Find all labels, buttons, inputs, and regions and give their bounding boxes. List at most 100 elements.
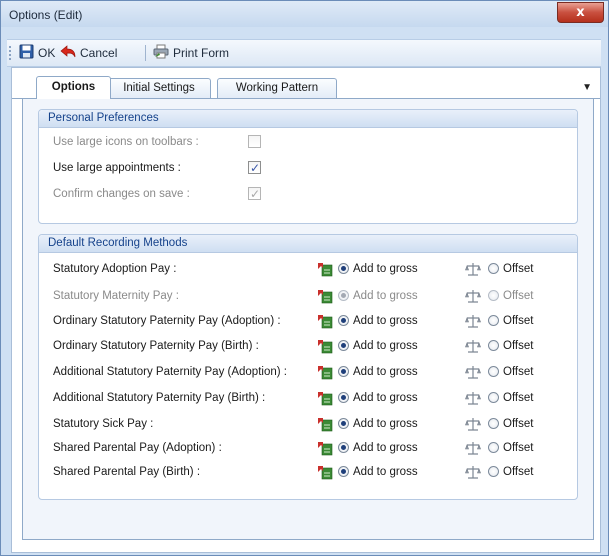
add-to-gross-radio[interactable] (338, 466, 349, 477)
offset-label[interactable]: Offset (503, 415, 533, 433)
method-row-shared-parental-adoption: Shared Parental Pay (Adoption) : Add to g… (53, 439, 583, 457)
pref-large-icons-label: Use large icons on toolbars : (53, 136, 199, 148)
offset-scale-icon (465, 261, 481, 277)
offset-scale-icon (465, 313, 481, 329)
offset-label[interactable]: Offset (503, 463, 533, 481)
ok-button[interactable]: OK (19, 44, 55, 62)
offset-radio[interactable] (488, 392, 499, 403)
add-to-gross-icon (317, 338, 333, 354)
add-to-gross-icon (317, 390, 333, 406)
offset-scale-icon (465, 288, 481, 304)
tab-initial-settings[interactable]: Initial Settings (107, 78, 211, 98)
method-label: Statutory Adoption Pay : (53, 263, 177, 275)
offset-radio[interactable] (488, 418, 499, 429)
add-to-gross-radio[interactable] (338, 315, 349, 326)
offset-label[interactable]: Offset (503, 260, 533, 278)
toolbar-grip[interactable] (9, 46, 13, 60)
pref-large-appointments-row: Use large appointments : ✓ (53, 159, 261, 177)
window-title: Options (Edit) (9, 8, 83, 22)
add-to-gross-radio[interactable] (338, 418, 349, 429)
default-recording-methods-group: Default Recording Methods Statutory Adop… (38, 234, 578, 500)
add-to-gross-icon (317, 288, 333, 304)
add-to-gross-radio[interactable] (338, 290, 349, 301)
add-to-gross-radio[interactable] (338, 263, 349, 274)
pref-confirm-changes-label: Confirm changes on save : (53, 188, 190, 200)
offset-scale-icon (465, 440, 481, 456)
pref-confirm-changes-row: Confirm changes on save : ✓ (53, 185, 261, 203)
add-to-gross-icon (317, 416, 333, 432)
add-to-gross-label[interactable]: Add to gross (353, 389, 418, 407)
offset-scale-icon (465, 364, 481, 380)
options-tab-page: Personal Preferences Use large icons on … (22, 99, 594, 540)
offset-radio[interactable] (488, 442, 499, 453)
offset-radio[interactable] (488, 315, 499, 326)
save-disk-icon (19, 44, 34, 62)
tab-options[interactable]: Options (36, 76, 111, 99)
add-to-gross-label[interactable]: Add to gross (353, 337, 418, 355)
offset-radio[interactable] (488, 263, 499, 274)
method-row-statutory-adoption-pay: Statutory Adoption Pay : Add to gross Offs… (53, 260, 583, 278)
offset-radio[interactable] (488, 466, 499, 477)
confirm-changes-checkbox[interactable]: ✓ (248, 187, 261, 201)
print-form-label: Print Form (173, 46, 230, 60)
method-label: Additional Statutory Paternity Pay (Birt… (53, 392, 266, 404)
method-row-statutory-sick-pay: Statutory Sick Pay : Add to gross Offset (53, 415, 583, 433)
add-to-gross-radio[interactable] (338, 340, 349, 351)
offset-label[interactable]: Offset (503, 363, 533, 381)
add-to-gross-radio[interactable] (338, 442, 349, 453)
dialog-client-area: Initial Settings Working Pattern Options… (11, 67, 601, 553)
add-to-gross-icon (317, 464, 333, 480)
large-icons-checkbox[interactable] (248, 135, 261, 148)
default-recording-methods-header: Default Recording Methods (39, 235, 577, 253)
cancel-button[interactable]: Cancel (60, 44, 117, 62)
cancel-label: Cancel (80, 46, 118, 60)
add-to-gross-icon (317, 261, 333, 277)
method-label: Additional Statutory Paternity Pay (Adop… (53, 366, 287, 378)
tab-menu-dropdown-icon[interactable]: ▼ (582, 82, 592, 93)
add-to-gross-icon (317, 313, 333, 329)
offset-label[interactable]: Offset (503, 287, 533, 305)
print-form-icon (153, 44, 169, 62)
toolbar-separator (145, 45, 146, 61)
close-icon: x (576, 5, 585, 20)
method-row-additional-paternity-birth: Additional Statutory Paternity Pay (Birt… (53, 389, 583, 407)
offset-label[interactable]: Offset (503, 389, 533, 407)
print-form-button[interactable]: Print Form (153, 44, 229, 62)
add-to-gross-label[interactable]: Add to gross (353, 463, 418, 481)
add-to-gross-label[interactable]: Add to gross (353, 287, 418, 305)
offset-scale-icon (465, 416, 481, 432)
offset-radio[interactable] (488, 340, 499, 351)
offset-label[interactable]: Offset (503, 337, 533, 355)
options-dialog: Options (Edit) x OK Cancel Print Form In… (0, 0, 609, 556)
offset-scale-icon (465, 338, 481, 354)
add-to-gross-label[interactable]: Add to gross (353, 415, 418, 433)
offset-radio[interactable] (488, 290, 499, 301)
toolbar: OK Cancel Print Form (7, 39, 601, 67)
add-to-gross-label[interactable]: Add to gross (353, 260, 418, 278)
method-label: Statutory Maternity Pay : (53, 290, 179, 302)
offset-scale-icon (465, 464, 481, 480)
ok-label: OK (38, 46, 56, 60)
undo-arrow-icon (60, 44, 76, 62)
add-to-gross-label[interactable]: Add to gross (353, 312, 418, 330)
personal-preferences-group: Personal Preferences Use large icons on … (38, 109, 578, 224)
add-to-gross-label[interactable]: Add to gross (353, 363, 418, 381)
large-appointments-checkbox[interactable]: ✓ (248, 161, 261, 175)
title-bar[interactable]: Options (Edit) x (1, 1, 608, 27)
method-label: Shared Parental Pay (Adoption) : (53, 442, 222, 454)
offset-label[interactable]: Offset (503, 312, 533, 330)
offset-label[interactable]: Offset (503, 439, 533, 457)
close-button[interactable]: x (557, 2, 604, 23)
tab-strip: Initial Settings Working Pattern Options… (12, 68, 600, 99)
method-label: Ordinary Statutory Paternity Pay (Birth)… (53, 340, 259, 352)
add-to-gross-radio[interactable] (338, 366, 349, 377)
pref-large-appointments-label: Use large appointments : (53, 162, 181, 174)
offset-radio[interactable] (488, 366, 499, 377)
add-to-gross-radio[interactable] (338, 392, 349, 403)
method-label: Ordinary Statutory Paternity Pay (Adopti… (53, 315, 281, 327)
add-to-gross-label[interactable]: Add to gross (353, 439, 418, 457)
method-row-statutory-maternity-pay: Statutory Maternity Pay : Add to gross Off… (53, 287, 583, 305)
method-label: Statutory Sick Pay : (53, 418, 154, 430)
pref-large-icons-row: Use large icons on toolbars : (53, 133, 261, 151)
tab-working-pattern[interactable]: Working Pattern (217, 78, 337, 98)
